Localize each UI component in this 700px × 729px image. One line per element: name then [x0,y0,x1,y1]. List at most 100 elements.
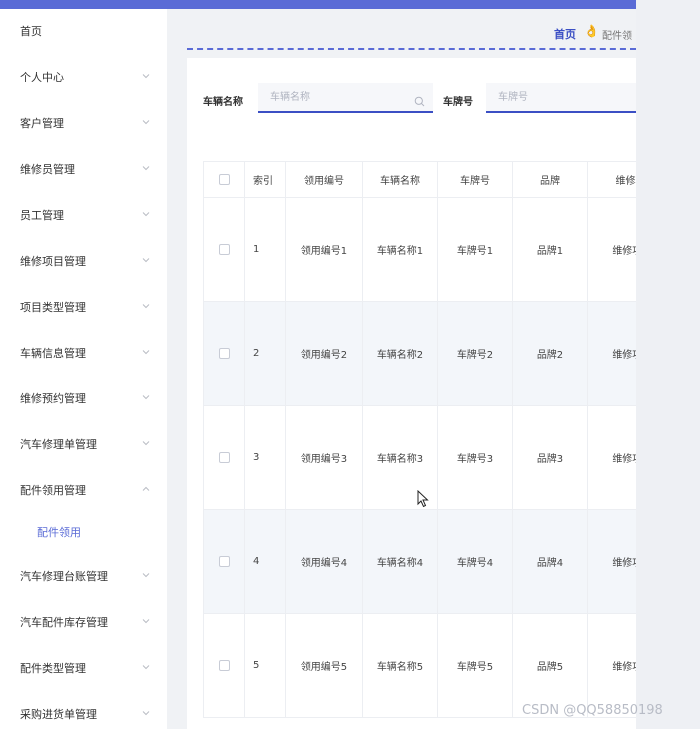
sidebar-item-label: 配件领用 [37,526,81,539]
ok-hand-icon: 👌 [584,24,599,38]
sidebar-item-label: 汽车配件库存管理 [20,616,108,629]
sidebar-item-parts-type[interactable]: 配件类型管理 [0,648,167,688]
cell-index: 4 [244,509,286,614]
select-all-checkbox[interactable] [218,173,230,185]
select-all-cell [203,161,245,198]
cell-plate-number: 车牌号2 [437,301,513,406]
column-header-plate-number: 车牌号 [437,161,513,198]
chevron-down-icon [140,707,152,719]
row-checkbox[interactable] [218,347,230,359]
breadcrumb-home-link[interactable]: 首页 [554,26,576,42]
sidebar-item-label: 汽车修理台账管理 [20,570,108,583]
right-blank-panel [636,0,700,729]
breadcrumb-current: 配件领 [602,31,632,42]
cell-brand: 品牌3 [512,405,588,510]
cell-vehicle-name: 车辆名称2 [362,301,438,406]
cell-repair-project: 维修项目4 [587,509,636,614]
chevron-down-icon [140,208,152,220]
column-header-index: 索引 [244,161,286,198]
chevron-down-icon [140,116,152,128]
top-header-bar [0,0,636,9]
cell-plate-number: 车牌号4 [437,509,513,614]
requisition-table-wrapper: 索引 领用编号 车辆名称 车牌号 品牌 维修项目 1 领用编号1 车辆名称1 [203,161,636,718]
cell-brand: 品牌1 [512,197,588,302]
table-row: 4 领用编号4 车辆名称4 车牌号4 品牌4 维修项目4 [203,509,636,614]
cell-repair-project: 维修项目5 [587,613,636,718]
sidebar-item-personal-center[interactable]: 个人中心 [0,57,167,97]
sidebar-item-label: 个人中心 [20,71,64,84]
sidebar-item-label: 配件领用管理 [20,484,86,497]
sidebar-item-home[interactable]: 首页 [0,11,167,51]
cell-requisition-no: 领用编号1 [285,197,363,302]
chevron-down-icon [140,391,152,403]
cell-brand: 品牌2 [512,301,588,406]
sidebar: 首页 个人中心 客户管理 维修员管理 员工管理 维修项目管理 项目类型管理 车辆… [0,9,167,729]
cell-index: 1 [244,197,286,302]
cell-vehicle-name: 车辆名称1 [362,197,438,302]
plate-number-label: 车牌号 [443,97,473,108]
cell-repair-project: 维修项目3 [587,405,636,510]
main-content: 首页 👌 配件领 车辆名称 车牌号 [167,9,636,729]
row-checkbox[interactable] [218,451,230,463]
table-row: 5 领用编号5 车辆名称5 车牌号5 品牌5 维修项目5 [203,613,636,718]
sidebar-item-parts-inventory[interactable]: 汽车配件库存管理 [0,602,167,642]
sidebar-item-repair-project[interactable]: 维修项目管理 [0,241,167,281]
cell-requisition-no: 领用编号4 [285,509,363,614]
sidebar-item-label: 首页 [20,25,42,38]
sidebar-item-label: 项目类型管理 [20,301,86,314]
row-checkbox[interactable] [218,659,230,671]
cell-brand: 品牌4 [512,509,588,614]
vehicle-name-input[interactable] [258,83,433,111]
chevron-down-icon [140,254,152,266]
row-select-cell [203,613,245,718]
sidebar-item-label: 汽车修理单管理 [20,438,97,451]
chevron-down-icon [140,437,152,449]
sidebar-item-repair-ledger[interactable]: 汽车修理台账管理 [0,556,167,596]
chevron-down-icon [140,569,152,581]
sidebar-item-project-type[interactable]: 项目类型管理 [0,287,167,327]
table-header-row: 索引 领用编号 车辆名称 车牌号 品牌 维修项目 [203,161,636,198]
sidebar-item-label: 配件类型管理 [20,662,86,675]
sidebar-item-label: 维修预约管理 [20,392,86,405]
sidebar-item-purchase-order[interactable]: 采购进货单管理 [0,694,167,729]
cell-requisition-no: 领用编号3 [285,405,363,510]
chevron-down-icon [140,70,152,82]
cell-brand: 品牌5 [512,613,588,718]
row-checkbox[interactable] [218,555,230,567]
sidebar-item-label: 客户管理 [20,117,64,130]
sidebar-item-appointment[interactable]: 维修预约管理 [0,378,167,418]
cell-plate-number: 车牌号5 [437,613,513,718]
content-card: 车辆名称 车牌号 索引 领用编号 [187,58,636,729]
chevron-down-icon [140,300,152,312]
column-header-brand: 品牌 [512,161,588,198]
plate-number-input[interactable] [486,83,636,111]
row-checkbox[interactable] [218,243,230,255]
watermark: CSDN @QQ58850198 [522,703,663,718]
chevron-down-icon [140,346,152,358]
sidebar-item-label: 维修项目管理 [20,255,86,268]
cell-index: 3 [244,405,286,510]
requisition-table: 索引 领用编号 车辆名称 车牌号 品牌 维修项目 1 领用编号1 车辆名称1 [203,161,636,718]
chevron-up-icon [140,483,152,495]
column-header-repair-project: 维修项目 [587,161,636,198]
breadcrumb-divider [187,48,636,50]
sidebar-item-customer[interactable]: 客户管理 [0,103,167,143]
table-row: 2 领用编号2 车辆名称2 车牌号2 品牌2 维修项目2 [203,301,636,406]
sidebar-item-repairman[interactable]: 维修员管理 [0,149,167,189]
cell-plate-number: 车牌号3 [437,405,513,510]
cell-plate-number: 车牌号1 [437,197,513,302]
search-icon [414,92,425,111]
cell-requisition-no: 领用编号5 [285,613,363,718]
row-select-cell [203,301,245,406]
sidebar-item-label: 采购进货单管理 [20,708,97,721]
sidebar-item-employee[interactable]: 员工管理 [0,195,167,235]
cell-index: 5 [244,613,286,718]
sidebar-subitem-parts-requisition[interactable]: 配件领用 [0,512,167,552]
sidebar-item-vehicle-info[interactable]: 车辆信息管理 [0,333,167,373]
chevron-down-icon [140,615,152,627]
sidebar-item-repair-order[interactable]: 汽车修理单管理 [0,424,167,464]
sidebar-item-label: 员工管理 [20,209,64,222]
row-select-cell [203,197,245,302]
sidebar-item-label: 车辆信息管理 [20,347,86,360]
sidebar-item-parts-requisition[interactable]: 配件领用管理 [0,470,167,510]
